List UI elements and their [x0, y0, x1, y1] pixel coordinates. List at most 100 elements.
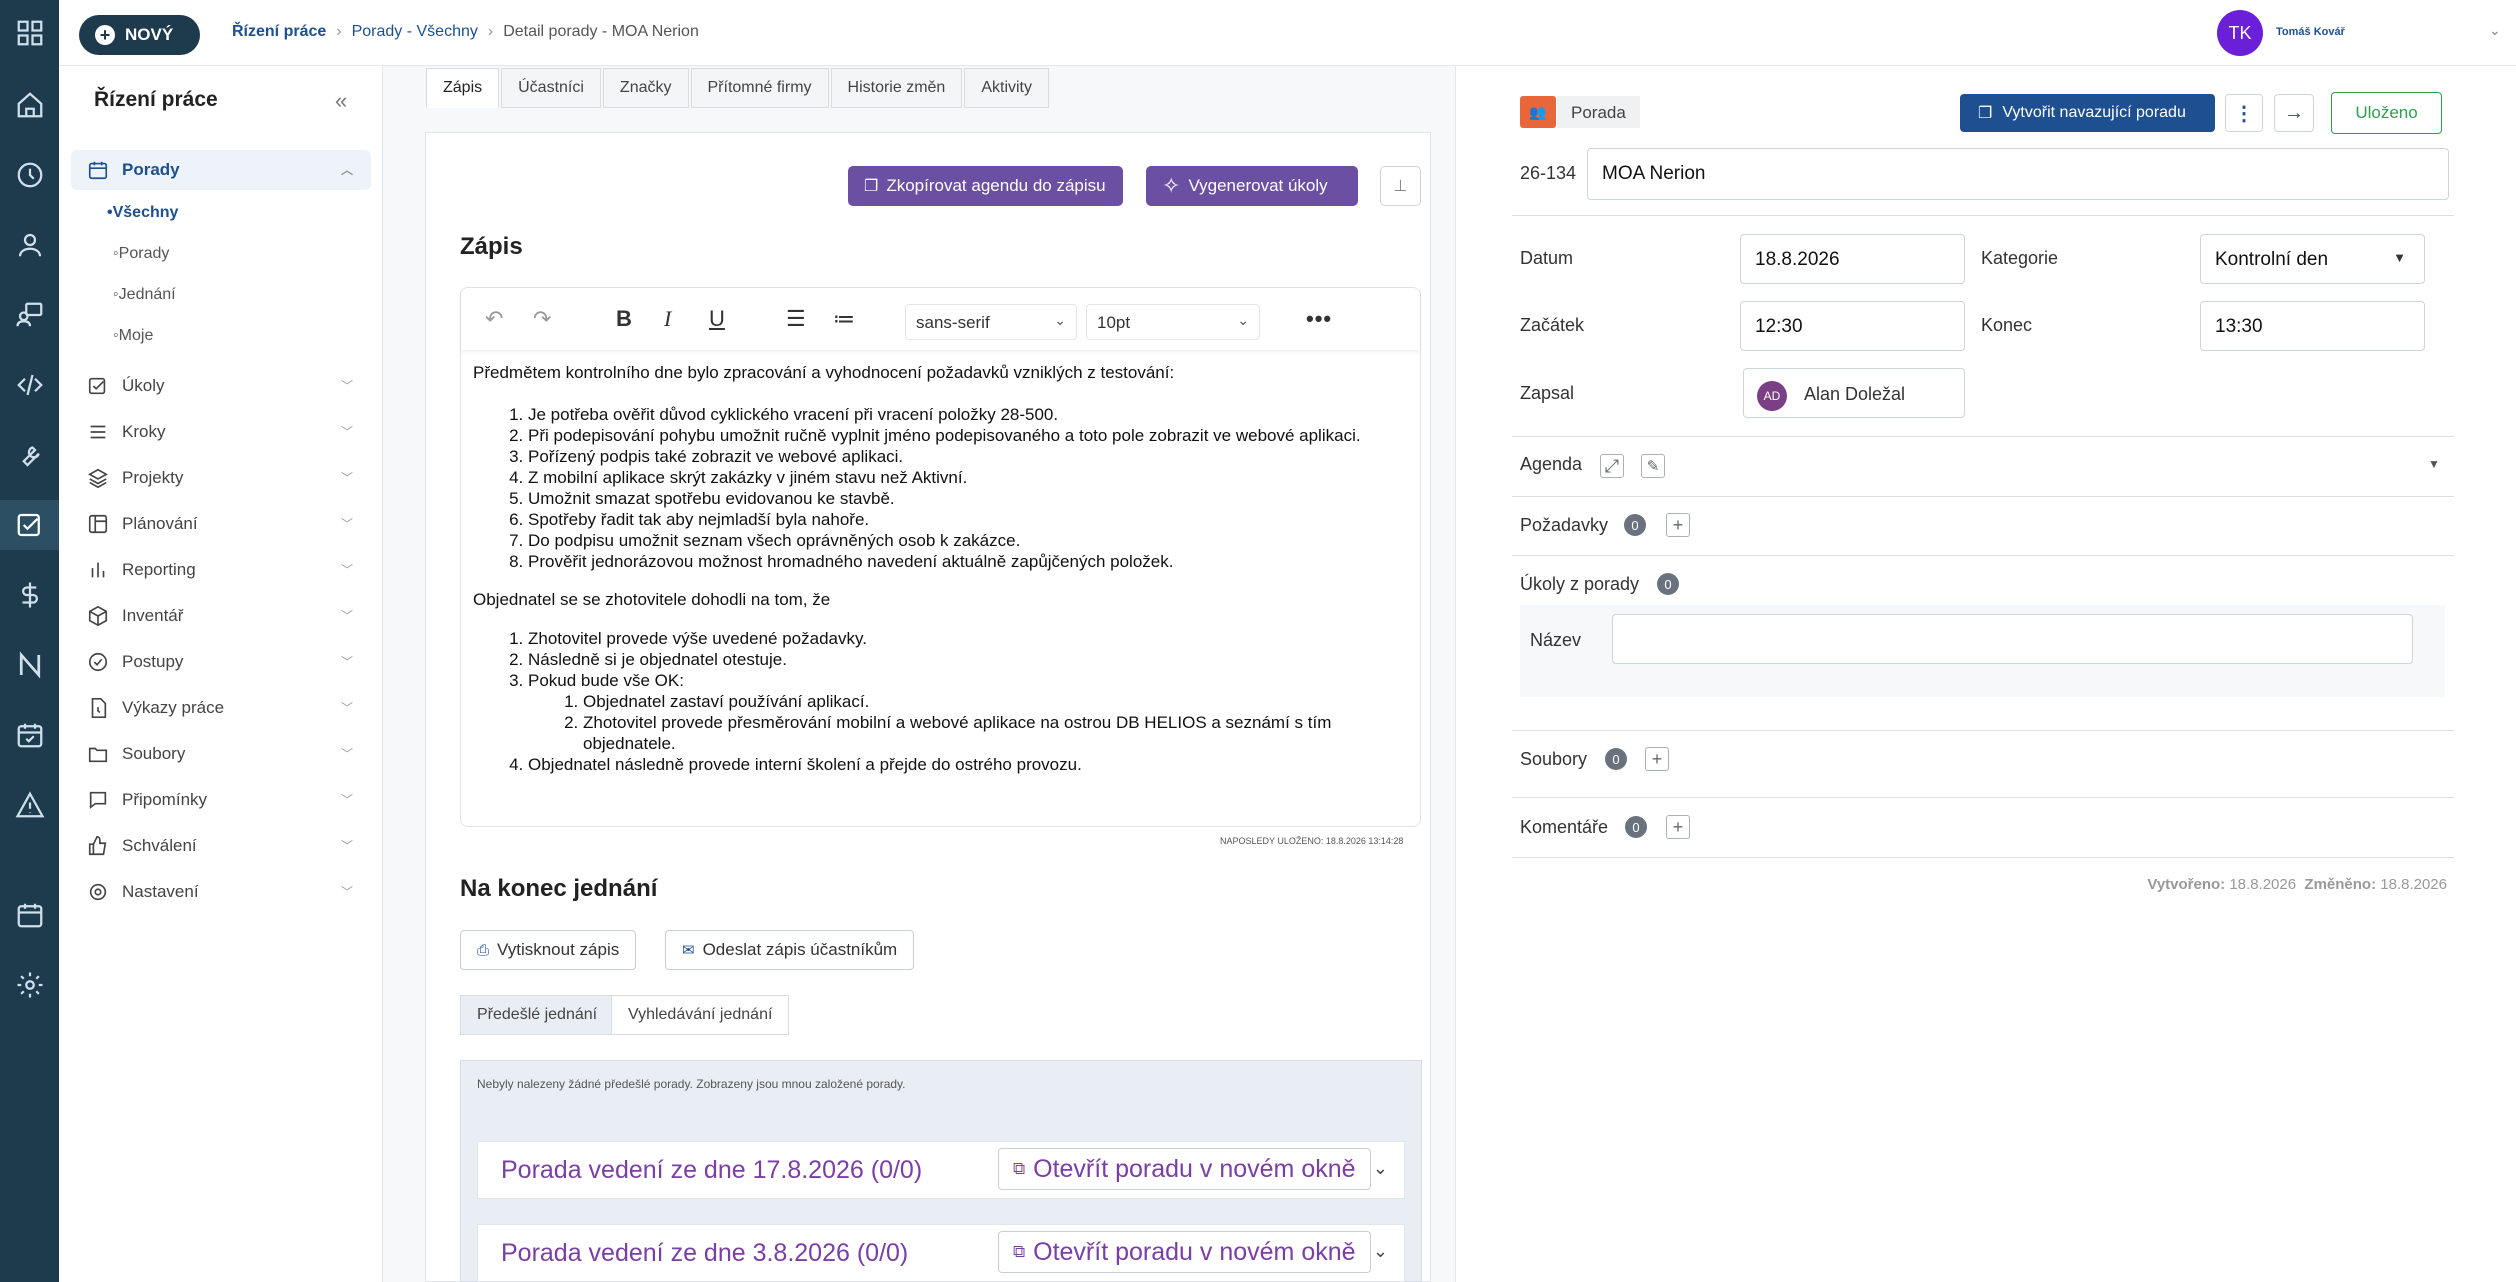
- more-icon[interactable]: •••: [1306, 306, 1332, 332]
- breadcrumb-list[interactable]: Porady - Všechny: [352, 23, 478, 41]
- pozadavky-label: Požadavky: [1520, 515, 1609, 535]
- task-check-icon[interactable]: [0, 500, 59, 550]
- undo-icon[interactable]: ↶: [485, 306, 503, 332]
- open-meeting-button[interactable]: ⧉ Otevřít poradu v novém okně: [998, 1231, 1371, 1273]
- home-icon[interactable]: [0, 80, 59, 130]
- list-item: Při podepisování pohybu umožnit ručně vy…: [528, 425, 1410, 446]
- calendar-icon[interactable]: [0, 890, 59, 940]
- tab-znacky[interactable]: Značky: [602, 68, 689, 108]
- tab-search-meetings[interactable]: Vyhledávání jednání: [611, 995, 790, 1035]
- create-followup-button[interactable]: ❐ Vytvořit navazující poradu: [1960, 94, 2215, 132]
- plus-icon: +: [95, 25, 115, 45]
- user-icon[interactable]: [0, 220, 59, 270]
- search-note: Nebyly nalezeny žádné předešlé porady. Z…: [477, 1077, 906, 1091]
- editor-content[interactable]: Předmětem kontrolního dne bylo zpracován…: [473, 362, 1410, 775]
- sidebar-item-ukoly[interactable]: Úkoly ﹀: [71, 366, 371, 406]
- breadcrumb-root[interactable]: Řízení práce: [232, 23, 326, 41]
- sidebar-item-porady[interactable]: Porady ︿: [71, 150, 371, 190]
- pin-button[interactable]: ⊥: [1380, 166, 1421, 206]
- expand-icon[interactable]: ⤢: [1600, 454, 1624, 478]
- bold-icon[interactable]: B: [616, 306, 632, 332]
- meeting-name-input[interactable]: MOA Nerion: [1587, 148, 2449, 200]
- sidebar-sub-porady[interactable]: ◦Porady: [113, 245, 169, 263]
- code-icon[interactable]: [0, 360, 59, 410]
- warning-icon[interactable]: [0, 780, 59, 830]
- task-name-input[interactable]: [1612, 614, 2413, 664]
- chevron-down-icon[interactable]: ⌄: [1373, 1158, 1388, 1179]
- end-time-input[interactable]: 13:30: [2200, 301, 2425, 351]
- sidebar-item-inventar[interactable]: Inventář ﹀: [71, 596, 371, 636]
- new-button[interactable]: + NOVÝ: [79, 15, 200, 55]
- meeting-title[interactable]: Porada vedení ze dne 3.8.2026 (0/0): [501, 1239, 908, 1268]
- send-minutes-button[interactable]: ✉ Odeslat zápis účastníkům: [665, 930, 915, 970]
- add-requirement-button[interactable]: +: [1666, 513, 1690, 537]
- user-name[interactable]: Tomáš Kovář: [2276, 26, 2345, 38]
- meeting-title[interactable]: Porada vedení ze dne 17.8.2026 (0/0): [501, 1156, 922, 1185]
- chevron-down-icon[interactable]: ⌄: [2489, 22, 2501, 39]
- open-meeting-button[interactable]: ⧉ Otevřít poradu v novém okně: [998, 1148, 1371, 1190]
- brand-n-icon[interactable]: [0, 640, 59, 690]
- calendar-check-icon[interactable]: [0, 710, 59, 760]
- add-comment-button[interactable]: +: [1666, 815, 1690, 839]
- sidebar-item-soubory[interactable]: Soubory ﹀: [71, 734, 371, 774]
- category-select[interactable]: Kontrolní den ▼: [2200, 234, 2425, 284]
- apps-grid-icon[interactable]: [0, 8, 59, 58]
- copy-icon: ❐: [1978, 105, 1993, 122]
- caret-down-icon[interactable]: ▼: [2428, 457, 2440, 471]
- saved-status-button[interactable]: Uloženo: [2331, 92, 2442, 134]
- tools-icon[interactable]: [0, 430, 59, 480]
- settings-icon[interactable]: [0, 960, 59, 1010]
- tab-ucastnici[interactable]: Účastníci: [501, 68, 601, 108]
- font-family-select[interactable]: sans-serif ⌄: [905, 304, 1077, 340]
- sidebar-item-planovani[interactable]: Plánování ﹀: [71, 504, 371, 544]
- tab-historie-zmen[interactable]: Historie změn: [830, 68, 963, 108]
- thumb-up-icon: [88, 836, 107, 856]
- chevron-down-icon[interactable]: ⌄: [1373, 1241, 1388, 1262]
- recorded-by-name: Alan Doležal: [1804, 384, 1906, 404]
- recorded-by-field[interactable]: AD Alan Doležal: [1743, 368, 1965, 418]
- sidebar-item-pripominky[interactable]: Připomínky ﹀: [71, 780, 371, 820]
- numbered-list-icon[interactable]: ≔: [833, 306, 855, 332]
- underline-icon[interactable]: U: [709, 306, 725, 332]
- sidebar-item-vykazy[interactable]: Výkazy práce ﹀: [71, 688, 371, 728]
- bullet-list-icon[interactable]: ☰: [786, 306, 806, 332]
- meetings-search-panel: Nebyly nalezeny žádné předešlé porady. Z…: [460, 1060, 1422, 1282]
- dollar-icon[interactable]: [0, 570, 59, 620]
- tab-zapis[interactable]: Zápis: [426, 68, 500, 108]
- sidebar-sub-jednani[interactable]: ◦Jednání: [113, 286, 176, 304]
- italic-icon[interactable]: I: [664, 306, 671, 332]
- redo-icon[interactable]: ↷: [533, 306, 551, 332]
- copy-agenda-button[interactable]: ❐ Zkopírovat agendu do zápisu: [848, 166, 1123, 206]
- user-avatar[interactable]: TK: [2217, 10, 2263, 56]
- agenda-label[interactable]: Agenda: [1520, 454, 1582, 475]
- generate-tasks-button[interactable]: ✧ Vygenerovat úkoly: [1146, 166, 1358, 206]
- edit-icon[interactable]: ✎: [1641, 454, 1665, 478]
- clock-icon[interactable]: [0, 150, 59, 200]
- sidebar-item-kroky[interactable]: Kroky ﹀: [71, 412, 371, 452]
- tab-previous-meetings[interactable]: Předešlé jednání: [460, 995, 615, 1035]
- chat-user-icon[interactable]: [0, 290, 59, 340]
- sidebar-item-schvaleni[interactable]: Schválení ﹀: [71, 826, 371, 866]
- meeting-row[interactable]: Porada vedení ze dne 17.8.2026 (0/0) ⧉ Ot…: [477, 1141, 1405, 1199]
- date-input[interactable]: 18.8.2026: [1740, 234, 1965, 284]
- rich-text-editor[interactable]: ↶ ↷ B I U ☰ ≔ sans-serif ⌄ 10pt ⌄ ••• Před…: [460, 287, 1421, 827]
- print-minutes-button[interactable]: ⎙ Vytisknout zápis: [460, 930, 637, 970]
- tab-pritomne-firmy[interactable]: Přítomné firmy: [690, 68, 829, 108]
- send-minutes-label: Odeslat zápis účastníkům: [702, 940, 898, 959]
- tab-aktivity[interactable]: Aktivity: [964, 68, 1049, 108]
- sidebar-sub-vsechny[interactable]: •Všechny: [107, 204, 178, 222]
- sidebar-item-nastaveni[interactable]: Nastavení ﹀: [71, 872, 371, 912]
- add-file-button[interactable]: +: [1645, 747, 1669, 771]
- meeting-row[interactable]: Porada vedení ze dne 3.8.2026 (0/0) ⧉ Ote…: [477, 1224, 1405, 1282]
- sidebar-item-reporting[interactable]: Reporting ﹀: [71, 550, 371, 590]
- agreement-list: Zhotovitel provede výše uvedené požadavk…: [473, 628, 1410, 775]
- more-options-button[interactable]: ⋮: [2225, 94, 2263, 132]
- sidebar-sub-moje[interactable]: ◦Moje: [113, 327, 153, 345]
- sidebar-item-postupy[interactable]: Postupy ﹀: [71, 642, 371, 682]
- collapse-sidebar-icon[interactable]: «: [335, 88, 347, 114]
- next-button[interactable]: →: [2274, 94, 2314, 132]
- sidebar-item-projekty[interactable]: Projekty ﹀: [71, 458, 371, 498]
- start-time-input[interactable]: 12:30: [1740, 301, 1965, 351]
- font-size-select[interactable]: 10pt ⌄: [1086, 304, 1260, 340]
- breadcrumb-current: Detail porady - MOA Nerion: [503, 23, 699, 40]
